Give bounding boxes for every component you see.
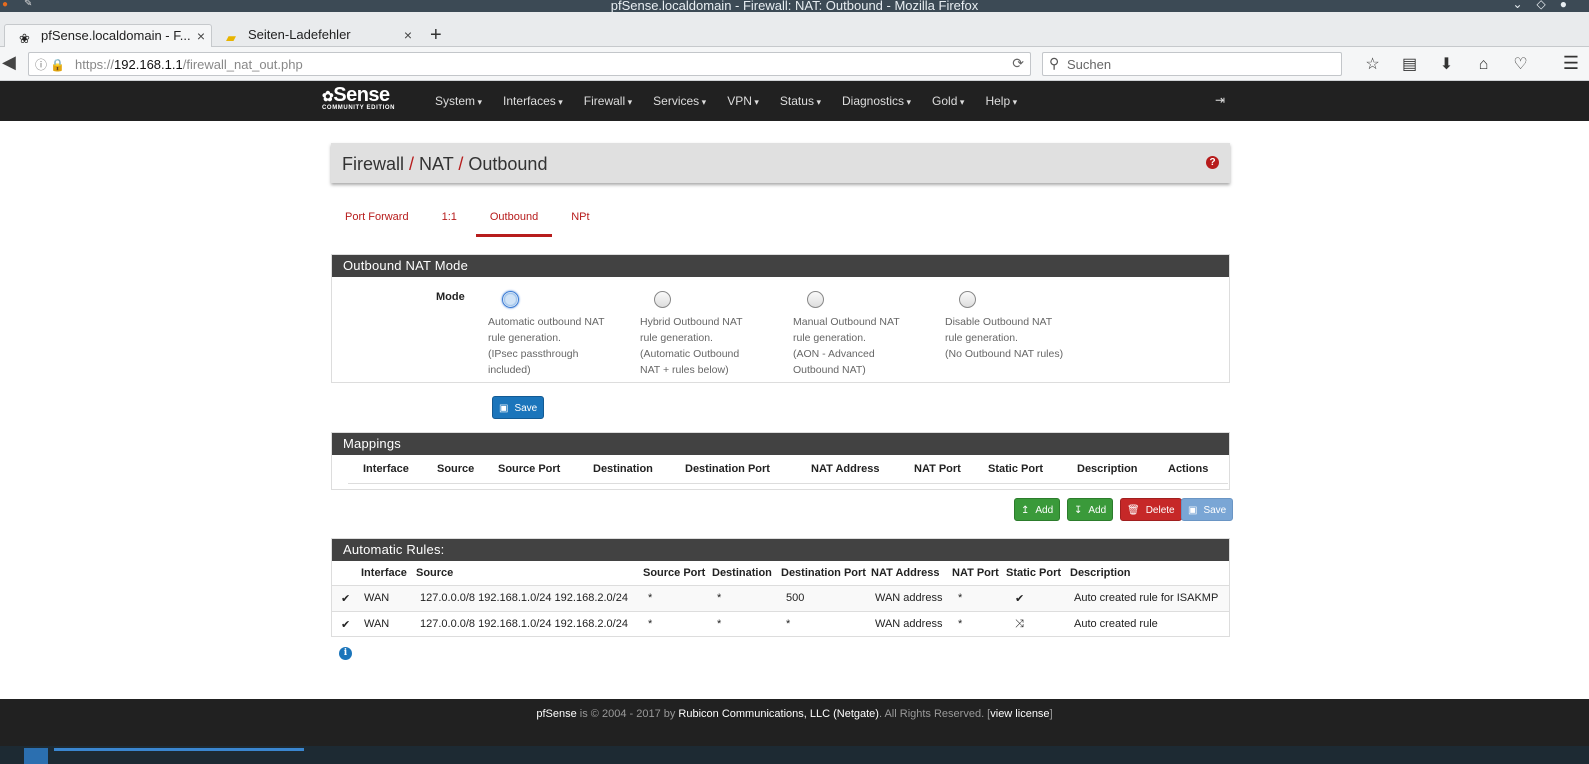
table-header-row: Interface Source Source Port Destination… [332, 561, 1229, 585]
table-row: ✔ WAN 127.0.0.0/8 192.168.1.0/24 192.168… [332, 585, 1229, 611]
mappings-table: Interface Source Source Port Destination… [332, 461, 1229, 477]
tab-outbound[interactable]: Outbound [475, 205, 553, 237]
tab-pfsense[interactable]: ❀ pfSense.localdomain - F... × [4, 24, 212, 48]
automatic-rules-panel: Automatic Rules: Interface Source Source… [331, 538, 1230, 637]
help-icon[interactable]: ? [1206, 156, 1219, 169]
search-placeholder: Suchen [1067, 57, 1112, 72]
home-icon[interactable]: ⌂ [1465, 56, 1502, 74]
speech-bubble-icon: ▰ [226, 30, 236, 45]
mode-option-hybrid[interactable]: Hybrid Outbound NAT rule generation. (Auto… [640, 291, 780, 378]
enabled-check-icon: ✔ [341, 592, 351, 605]
mode-label: Mode [436, 291, 465, 303]
check-icon: ✔ [1015, 592, 1025, 605]
page-footer: pfSense is © 2004 - 2017 by Rubicon Comm… [0, 699, 1589, 746]
arrow-up-icon: ↥ [1021, 505, 1030, 516]
search-input[interactable]: ⚲ Suchen [1042, 52, 1342, 76]
breadcrumb-nat[interactable]: NAT [419, 154, 453, 174]
url-bar[interactable]: ⓘ 🔒 https://192.168.1.1/firewall_nat_out… [28, 52, 1031, 76]
outbound-nat-mode-panel: Outbound NAT Mode Mode Automatic outboun… [331, 254, 1230, 383]
back-arrow-icon[interactable]: ◀ [2, 52, 16, 73]
download-icon[interactable]: ⬇ [1428, 54, 1465, 74]
view-license-link[interactable]: view license [990, 708, 1049, 720]
pfsense-navbar: ✿Sense COMMUNITY EDITION System Interfac… [0, 81, 1589, 121]
tab-label: Seiten-Ladefehler [248, 27, 351, 42]
breadcrumb-firewall[interactable]: Firewall [342, 154, 404, 174]
tab-port-forward[interactable]: Port Forward [331, 205, 423, 237]
reload-icon[interactable]: ⟳ [1012, 55, 1024, 72]
save-mode-button[interactable]: ▣ Save [492, 396, 545, 419]
tab-label: pfSense.localdomain - F... [41, 28, 191, 43]
browser-toolbar: ◀ ⓘ 🔒 https://192.168.1.1/firewall_nat_o… [0, 47, 1589, 81]
taskbar-window[interactable] [54, 748, 304, 751]
breadcrumb: Firewall / NAT / Outbound ? [331, 143, 1230, 183]
close-tab-icon[interactable]: × [197, 25, 205, 47]
tab-bar: ❀ pfSense.localdomain - F... × ▰ Seiten-… [0, 12, 1589, 48]
add-top-button[interactable]: ↥ Add [1014, 498, 1061, 521]
table-row: ✔ WAN 127.0.0.0/8 192.168.1.0/24 192.168… [332, 611, 1229, 637]
enabled-check-icon: ✔ [341, 618, 351, 631]
arrow-down-icon: ↧ [1074, 505, 1083, 516]
logout-icon[interactable]: ⇥ [1215, 93, 1225, 107]
add-bottom-button[interactable]: ↧ Add [1067, 498, 1114, 521]
site-info-icon[interactable]: ⓘ 🔒 [35, 56, 65, 73]
footer-brand: pfSense [536, 708, 577, 720]
table-header-row: Interface Source Source Port Destination… [363, 463, 1209, 475]
reading-list-icon[interactable]: ▤ [1391, 54, 1428, 74]
menu-help[interactable]: Help [977, 81, 1025, 121]
tab-error[interactable]: ▰ Seiten-Ladefehler × [212, 24, 418, 48]
mode-option-manual[interactable]: Manual Outbound NAT rule generation. (AON … [793, 291, 933, 378]
menu-firewall[interactable]: Firewall [576, 81, 640, 121]
bookmark-star-icon[interactable]: ☆ [1354, 54, 1391, 74]
radio-hybrid[interactable] [654, 291, 671, 308]
window-titlebar: ● ✎ pfSense.localdomain - Firewall: NAT:… [0, 0, 1589, 13]
save-mappings-button[interactable]: ▣ Save [1181, 498, 1234, 521]
menu-services[interactable]: Services [645, 81, 714, 121]
mappings-panel: Mappings Interface Source Source Port De… [331, 432, 1230, 490]
nat-tabs: Port Forward 1:1 Outbound NPt [331, 205, 609, 237]
close-tab-icon[interactable]: × [404, 24, 412, 46]
toolbar-icons: ☆ ▤ ⬇ ⌂ ♡ [1354, 54, 1539, 74]
pfsense-logo[interactable]: ✿Sense COMMUNITY EDITION [322, 85, 395, 111]
breadcrumb-outbound[interactable]: Outbound [468, 154, 547, 174]
main-menu: System Interfaces Firewall Services VPN … [427, 81, 1030, 121]
panel-title: Outbound NAT Mode [332, 255, 1229, 277]
footer-company-link[interactable]: Rubicon Communications, LLC (Netgate) [678, 708, 879, 720]
radio-manual[interactable] [807, 291, 824, 308]
floppy-disk-icon: ▣ [499, 403, 509, 414]
os-taskbar [0, 746, 1589, 764]
radio-disable[interactable] [959, 291, 976, 308]
hamburger-menu-icon[interactable]: ☰ [1563, 53, 1579, 74]
new-tab-icon[interactable]: + [430, 24, 442, 46]
tab-1-1[interactable]: 1:1 [428, 205, 471, 237]
shuffle-icon: ⤨ [1015, 617, 1024, 630]
panel-title: Automatic Rules: [332, 539, 1229, 561]
menu-diagnostics[interactable]: Diagnostics [834, 81, 919, 121]
menu-interfaces[interactable]: Interfaces [495, 81, 571, 121]
automatic-rules-table: Interface Source Source Port Destination… [332, 561, 1229, 637]
floppy-disk-icon: ▣ [1188, 505, 1198, 516]
tab-npt[interactable]: NPt [557, 205, 603, 237]
pocket-icon[interactable]: ♡ [1502, 54, 1539, 74]
search-icon: ⚲ [1049, 55, 1060, 71]
menu-gold[interactable]: Gold [924, 81, 972, 121]
url-text[interactable]: https://192.168.1.1/firewall_nat_out.php [75, 57, 303, 72]
mode-option-automatic[interactable]: Automatic outbound NAT rule generation. (I… [488, 291, 628, 378]
mode-option-disable[interactable]: Disable Outbound NAT rule generation. (No … [945, 291, 1085, 362]
trash-icon: 🗑 [1127, 505, 1140, 516]
main-content: Firewall / NAT / Outbound ? Port Forward… [331, 143, 1234, 637]
taskbar-start-icon[interactable] [24, 748, 48, 764]
info-icon[interactable]: i [339, 647, 352, 660]
menu-system[interactable]: System [427, 81, 490, 121]
delete-button[interactable]: 🗑 Delete [1120, 498, 1182, 521]
menu-status[interactable]: Status [772, 81, 829, 121]
panel-title: Mappings [332, 433, 1229, 455]
radio-automatic[interactable] [502, 291, 519, 308]
window-controls-icon[interactable]: ⌄◇● [1512, 0, 1581, 11]
menu-vpn[interactable]: VPN [719, 81, 767, 121]
